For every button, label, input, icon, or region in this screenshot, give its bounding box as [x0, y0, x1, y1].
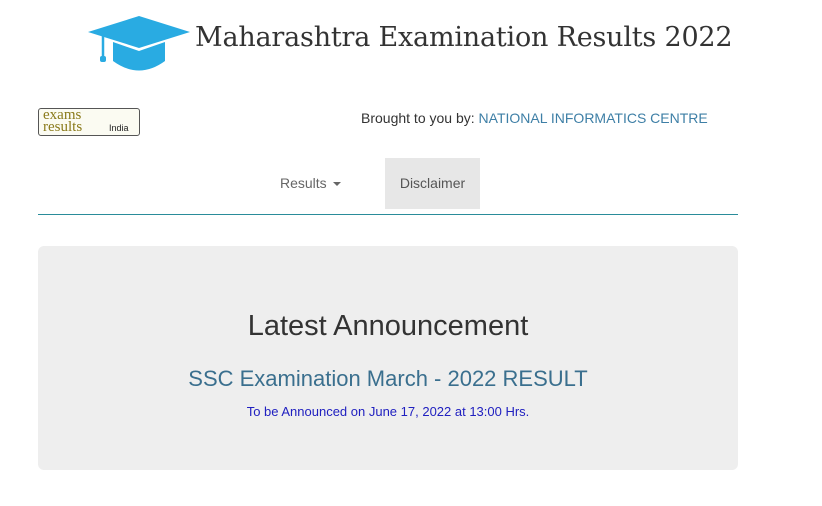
nav-disclaimer[interactable]: Disclaimer	[385, 158, 480, 209]
announcement-panel: Latest Announcement SSC Examination Marc…	[38, 246, 738, 470]
announcement-date-note: To be Announced on June 17, 2022 at 13:0…	[246, 404, 530, 419]
ssc-result-link[interactable]: SSC Examination March - 2022 RESULT	[38, 366, 738, 392]
main-navbar: Results Disclaimer	[38, 158, 738, 215]
nic-link[interactable]: NATIONAL INFORMATICS CENTRE	[479, 110, 708, 126]
credit-prefix: Brought to you by:	[361, 110, 479, 126]
nav-results-dropdown[interactable]: Results	[268, 158, 353, 210]
site-header: Maharashtra Examination Results 2022	[0, 0, 822, 82]
logo-text-results: results	[43, 119, 83, 135]
credit-line: Brought to you by: NATIONAL INFORMATICS …	[361, 110, 708, 126]
exams-results-logo[interactable]: exams results India	[38, 108, 140, 136]
logo-text-india: India	[109, 123, 129, 133]
announcement-heading: Latest Announcement	[247, 310, 529, 342]
page-title: Maharashtra Examination Results 2022	[195, 22, 733, 53]
graduation-cap-icon	[88, 16, 190, 71]
nav-results-label: Results	[280, 175, 327, 191]
caret-down-icon	[332, 182, 341, 187]
